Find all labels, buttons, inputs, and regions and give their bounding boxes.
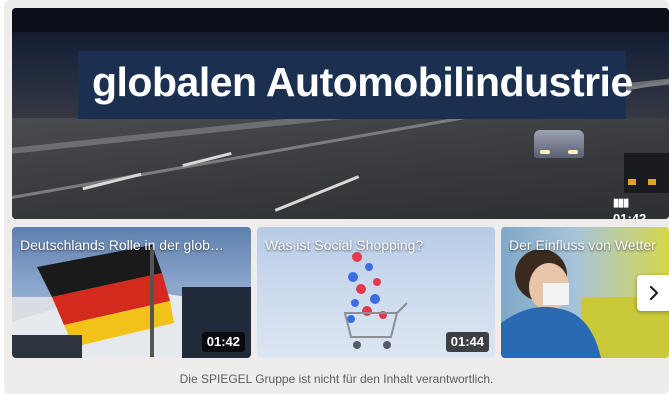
truck-taillight [648,179,656,185]
car-headlight [540,150,550,154]
video-card-title: Was ist Social Shopping? [265,237,424,253]
carousel-next-button[interactable] [637,275,669,311]
disclaimer-text: Die SPIEGEL Gruppe ist nicht für den Inh… [179,372,494,386]
bars-icon: ▮▮▮ [613,197,629,209]
video-card-title: Der Einfluss von Wetter [509,237,656,253]
video-card-title: Deutschlands Rolle in der glob… [20,237,224,253]
hero-top-band [12,8,669,32]
video-card-duration: 01:44 [445,332,489,352]
video-card-duration: 01:42 [201,332,245,352]
video-card-social-shopping[interactable]: Was ist Social Shopping? 01:44 [257,227,495,358]
hero-car [534,130,584,158]
car-headlight [568,150,578,154]
hero-headline: globalen Automobilindustrie [92,59,633,105]
hero-duration: ▮▮▮ 01:42 [608,192,669,219]
chevron-right-icon [649,286,659,300]
truck-taillight [628,179,636,185]
hero-duration-text: 01:42 [613,211,647,219]
hero-video[interactable]: globalen Automobilindustrie ▮▮▮ 01:42 [12,8,669,219]
hero-headline-banner: globalen Automobilindustrie [78,51,633,119]
video-card-germany[interactable]: Deutschlands Rolle in der glob… 01:42 [12,227,251,358]
hero-truck [624,153,669,193]
